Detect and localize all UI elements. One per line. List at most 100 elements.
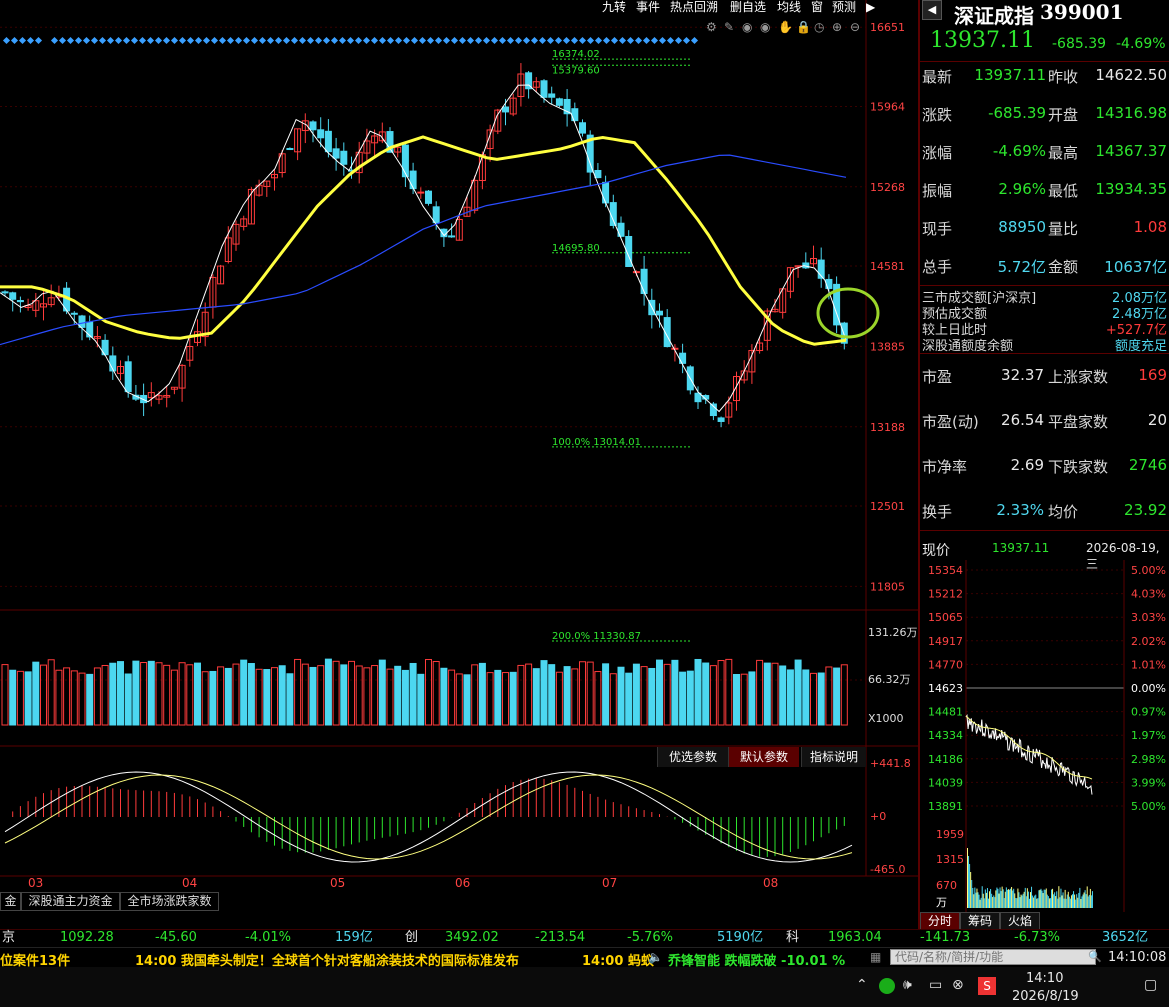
candle-body	[548, 93, 556, 98]
intraday-vol-bar	[1089, 888, 1091, 908]
candle-body	[286, 148, 294, 151]
intraday-vol-bar	[1063, 898, 1065, 908]
volume-bar	[532, 668, 540, 726]
volume-bar	[417, 673, 425, 726]
quote-value: -4.69%	[992, 142, 1046, 160]
intraday-vol-bar	[1009, 889, 1010, 908]
intraday-vol-bar	[977, 892, 979, 908]
lock-icon[interactable]: 🔒	[796, 20, 811, 34]
event-diamond	[146, 36, 155, 45]
volume-bar	[455, 673, 463, 726]
speaker-icon[interactable]: 🔈	[648, 950, 663, 964]
intraday-right-tick: 4.03%	[1131, 588, 1166, 601]
volume-bar	[317, 665, 325, 726]
event-diamond	[90, 36, 99, 45]
intraday-vol-bar	[980, 897, 982, 908]
indicator-button-0[interactable]: 优选参数	[657, 747, 728, 767]
close-circle-icon[interactable]: ⊗	[952, 977, 964, 993]
network-icon[interactable]: ▭	[929, 977, 942, 993]
y-tick-label: 16651	[870, 21, 905, 34]
intraday-vol-bar	[1043, 889, 1045, 908]
clock-icon[interactable]: ◷	[814, 20, 824, 34]
quote-value: 13934.35	[1095, 180, 1167, 198]
intraday-chart[interactable]: 15354 5.00% 15212 4.03% 15065 3.03% 14917 2.02%…	[920, 560, 1169, 912]
ticker-cell: 1092.28	[60, 930, 114, 945]
intraday-vol-bar	[1088, 894, 1090, 908]
intraday-vol-bar	[1082, 894, 1084, 908]
volume-bar	[386, 668, 394, 726]
event-diamond	[322, 36, 331, 45]
intraday-vol-bar	[1056, 891, 1058, 908]
event-diamond	[626, 36, 635, 45]
volume-bar	[540, 660, 548, 726]
stats-key: 市盈	[922, 368, 953, 386]
bottom-tab-2[interactable]: 全市场涨跌家数	[120, 892, 219, 911]
intraday-left-tick: 14770	[928, 658, 963, 671]
eye-icon[interactable]: ◉	[760, 20, 770, 34]
zoom-out-icon[interactable]: ⊖	[850, 20, 860, 34]
app-s-icon[interactable]: S	[978, 977, 996, 995]
intraday-vol-bar	[1080, 898, 1082, 908]
quote-value: 10637亿	[1104, 258, 1167, 276]
indicator-button-2[interactable]: 指标说明	[801, 747, 866, 767]
event-diamond	[386, 36, 395, 45]
bottom-tab-1[interactable]: 深股通主力资金	[21, 892, 120, 911]
zoom-in-icon[interactable]: ⊕	[832, 20, 842, 34]
toolbar-btn-5[interactable]: 窗	[811, 0, 830, 15]
chart-tool-icons: ⚙ ✎ ◉ ◉ ✋ 🔒 ◷ ⊕ ⊖	[706, 20, 866, 36]
toolbar-btn-0[interactable]: 九转	[602, 0, 634, 15]
volume-bar	[117, 661, 124, 726]
grid-icon[interactable]: ▦	[870, 950, 881, 964]
volume-bar	[155, 662, 163, 726]
event-diamond	[66, 36, 75, 45]
gear-icon[interactable]: ⚙	[706, 20, 717, 34]
stats-value: 26.54	[1001, 411, 1044, 429]
toolbar-btn-2[interactable]: 热点回溯	[670, 0, 728, 15]
candle-body	[671, 347, 679, 350]
notification-icon[interactable]: ▢	[1144, 977, 1157, 993]
event-diamond	[354, 36, 363, 45]
search-input[interactable]	[890, 949, 1096, 965]
volume-bar	[509, 671, 517, 726]
y-tick-label: 15268	[870, 181, 905, 194]
intraday-vol-bar	[1032, 895, 1034, 908]
search-icon[interactable]: 🔍	[1088, 950, 1102, 963]
arrow-right-icon[interactable]: ▶	[866, 0, 880, 15]
toolbar-btn-1[interactable]: 事件	[636, 0, 668, 15]
kline-chart[interactable]: 16651 15964 15268 14581 13885 13188 12501 11805…	[0, 0, 918, 930]
volume-bar	[401, 669, 409, 726]
hand-icon[interactable]: ✋	[778, 20, 793, 34]
quote-value: 2.96%	[998, 180, 1046, 198]
intraday-left-tick: 15212	[928, 588, 963, 601]
brush-icon[interactable]: ✎	[724, 20, 734, 34]
intraday-vol-bar	[969, 864, 971, 908]
intraday-vol-bar	[1055, 896, 1057, 908]
indicator-button-1[interactable]: 默认参数	[728, 747, 799, 767]
volume-icon[interactable]: 🕪	[903, 977, 912, 993]
intraday-vol-bar	[1067, 891, 1069, 908]
quote-header: ◀ 深证成指 399001 13937.11 -685.39 -4.69%	[920, 0, 1169, 62]
toolbar-btn-4[interactable]: 均线	[777, 0, 809, 15]
kline-panel[interactable]: 16651 15964 15268 14581 13885 13188 12501 11805…	[0, 0, 918, 930]
event-diamond	[538, 36, 547, 45]
volume-bar	[694, 658, 702, 726]
event-diamond	[26, 36, 35, 45]
intraday-vol-bar	[1027, 891, 1029, 908]
ticker-cell: -4.01%	[245, 930, 291, 945]
toolbar-btn-3[interactable]: 删自选	[730, 0, 775, 15]
intraday-vol-bar	[1031, 886, 1033, 908]
intraday-vol-bar	[1058, 886, 1060, 908]
candle-body	[656, 310, 663, 316]
stats-value: 2.33%	[996, 501, 1044, 519]
intraday-vol-bar	[1001, 886, 1003, 908]
wechat-icon[interactable]	[879, 978, 895, 994]
back-icon[interactable]: ◀	[922, 0, 942, 20]
bottom-tab-0[interactable]: 金	[0, 892, 21, 911]
event-diamond	[210, 36, 219, 45]
volume-bar	[756, 659, 764, 726]
chevron-up-icon[interactable]: ⌃	[856, 977, 868, 993]
volume-bar	[340, 664, 348, 726]
intraday-right-tick: 1.01%	[1131, 658, 1166, 671]
toolbar-btn-6[interactable]: 预测	[832, 0, 864, 15]
eye-icon[interactable]: ◉	[742, 20, 752, 34]
